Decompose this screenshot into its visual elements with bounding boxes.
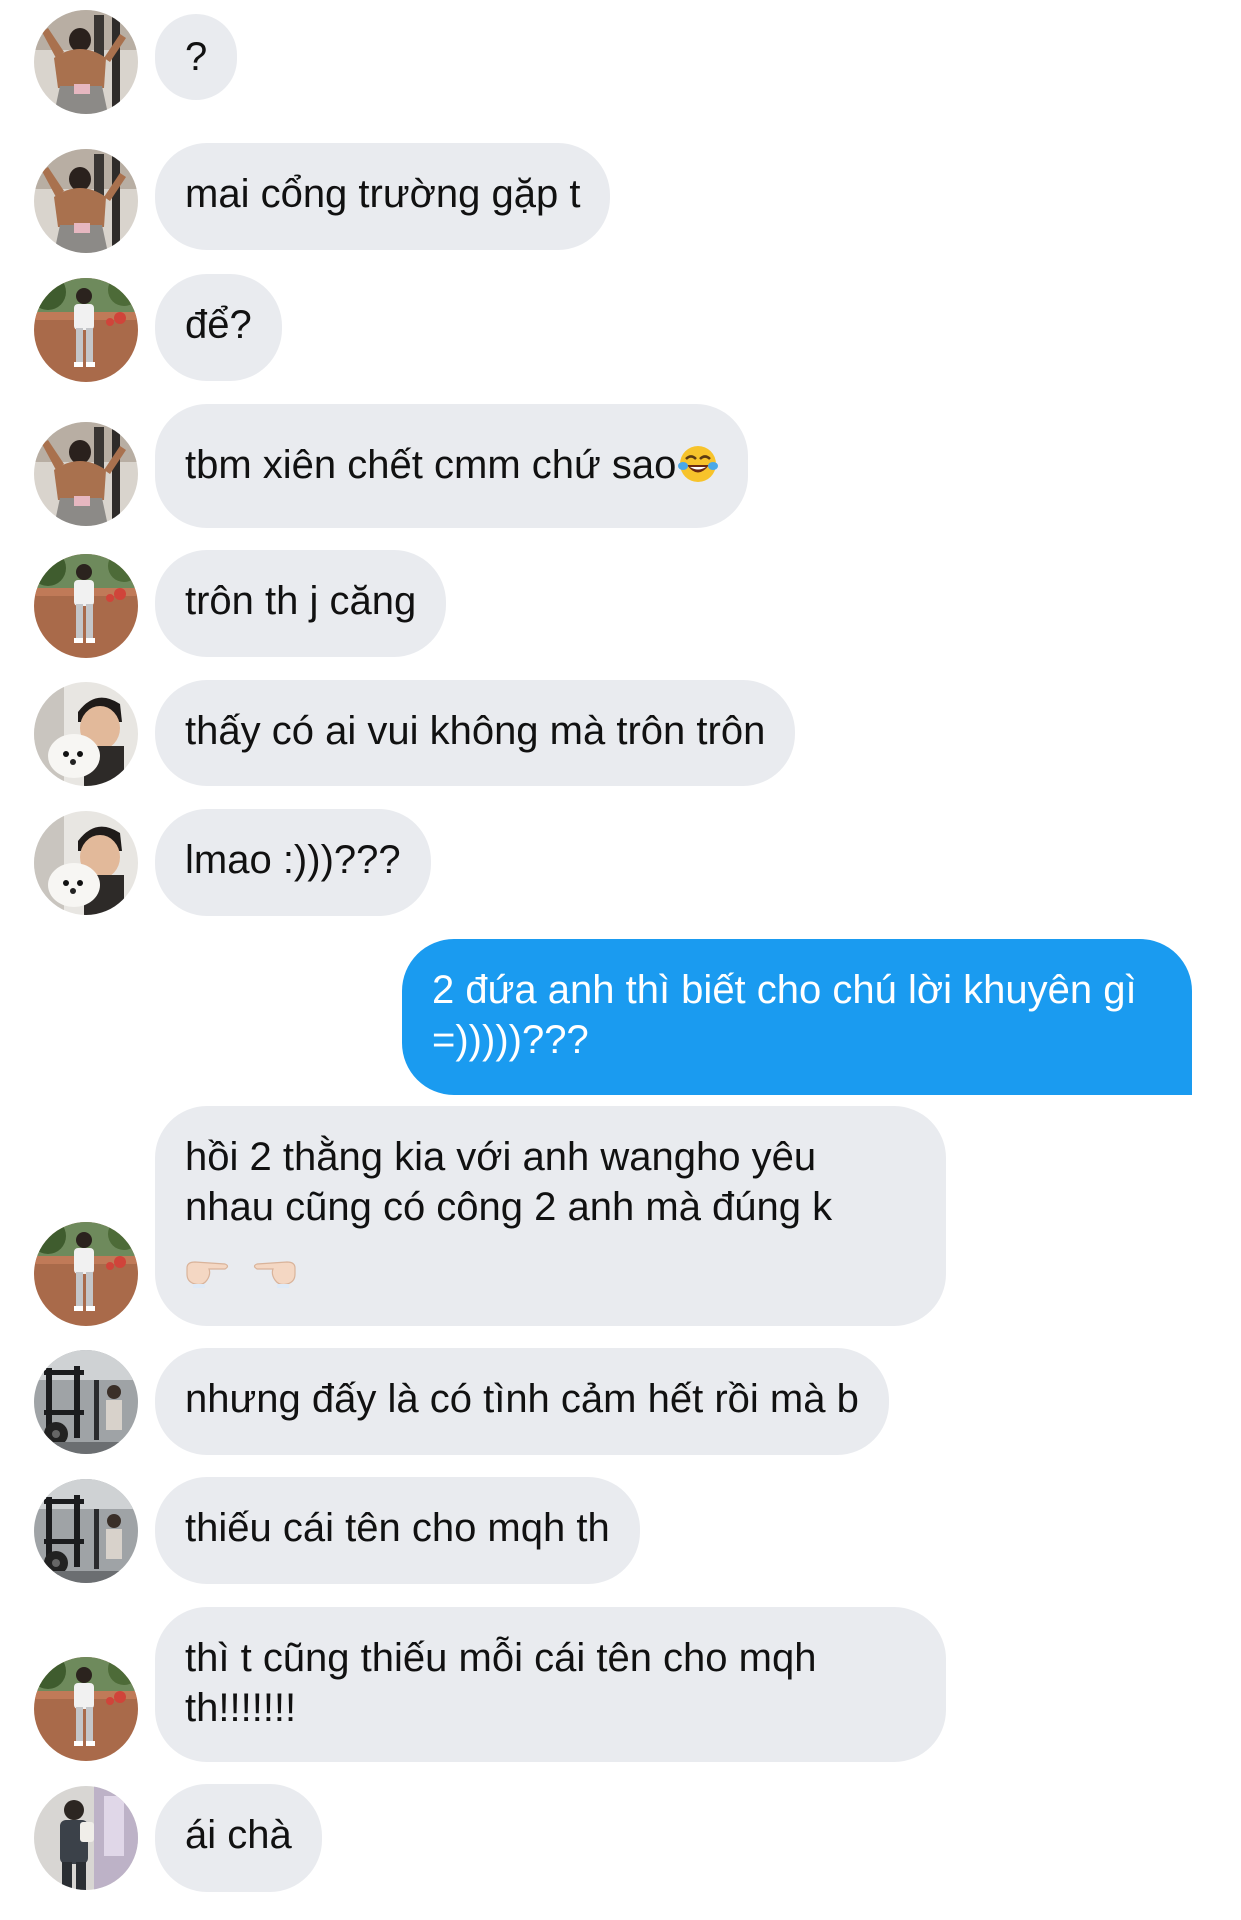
gym-equipment-avatar-icon[interactable] <box>34 1479 138 1583</box>
message-bubble: thì t cũng thiếu mỗi cái tên cho mqh th!… <box>155 1607 946 1762</box>
message-thread: ? mai cổng trường gặp t để? tbm xiên chế… <box>0 0 1241 1920</box>
message-text: thấy có ai vui không mà trôn trôn <box>185 709 766 753</box>
message-bubble: trôn th j căng <box>155 550 447 657</box>
message-row: hồi 2 thằng kia với anh wangho yêu nhau … <box>0 1106 1241 1326</box>
message-text: tbm xiên chết cmm chứ sao <box>185 443 677 487</box>
message-row: 2 đứa anh thì biết cho chú lời khuyên gì… <box>0 939 1241 1095</box>
message-row: thì t cũng thiếu mỗi cái tên cho mqh th!… <box>0 1607 1241 1762</box>
message-text: mai cổng trường gặp t <box>185 172 581 216</box>
message-row: mai cổng trường gặp t <box>0 143 1241 250</box>
message-row: ái chà <box>0 1784 1241 1892</box>
message-row: tbm xiên chết cmm chứ sao <box>0 404 1241 528</box>
message-bubble: mai cổng trường gặp t <box>155 143 611 250</box>
person-with-white-dog-avatar-icon[interactable] <box>34 682 138 786</box>
message-bubble: để? <box>155 274 282 381</box>
message-bubble: ái chà <box>155 1784 322 1892</box>
message-text: 2 đứa anh thì biết cho chú lời khuyên gì… <box>432 968 1137 1062</box>
gym-equipment-avatar-icon[interactable] <box>34 1350 138 1454</box>
message-bubble: nhưng đấy là có tình cảm hết rồi mà b <box>155 1348 889 1455</box>
message-text: thì t cũng thiếu mỗi cái tên cho mqh th!… <box>185 1636 817 1730</box>
message-bubble: thiếu cái tên cho mqh th <box>155 1477 640 1584</box>
outdoor-standing-avatar-icon[interactable] <box>34 1657 138 1761</box>
message-bubble: ? <box>155 14 238 100</box>
message-row: thiếu cái tên cho mqh th <box>0 1477 1241 1584</box>
message-row: để? <box>0 274 1241 381</box>
message-row: trôn th j căng <box>0 550 1241 657</box>
shirtless-gym-avatar-icon[interactable] <box>34 10 138 114</box>
message-text: thiếu cái tên cho mqh th <box>185 1506 610 1550</box>
shirtless-gym-avatar-icon[interactable] <box>34 422 138 526</box>
message-text: để? <box>185 303 252 347</box>
face-with-tears-of-joy-emoji <box>678 446 719 482</box>
message-text: hồi 2 thằng kia với anh wangho yêu nhau … <box>185 1135 833 1229</box>
message-text: nhưng đấy là có tình cảm hết rồi mà b <box>185 1377 859 1421</box>
shirtless-gym-avatar-icon[interactable] <box>34 149 138 253</box>
message-text: ái chà <box>185 1813 292 1857</box>
message-row: nhưng đấy là có tình cảm hết rồi mà b <box>0 1348 1241 1455</box>
outgoing-message-bubble: 2 đứa anh thì biết cho chú lời khuyên gì… <box>402 939 1192 1095</box>
message-text: lmao :)))??? <box>185 838 401 882</box>
message-row: ? <box>0 14 1241 100</box>
message-bubble: thấy có ai vui không mà trôn trôn <box>155 680 796 786</box>
outdoor-standing-avatar-icon[interactable] <box>34 278 138 382</box>
pointing-left-emoji <box>253 1261 296 1289</box>
message-text: ? <box>185 35 208 79</box>
person-with-white-dog-avatar-icon[interactable] <box>34 811 138 915</box>
message-bubble: lmao :)))??? <box>155 809 431 916</box>
message-row: lmao :)))??? <box>0 809 1241 916</box>
pointing-right-emoji <box>186 1261 229 1289</box>
message-bubble: hồi 2 thằng kia với anh wangho yêu nhau … <box>155 1106 946 1326</box>
message-bubble: tbm xiên chết cmm chứ sao <box>155 404 749 528</box>
message-row: thấy có ai vui không mà trôn trôn <box>0 680 1241 786</box>
outdoor-standing-avatar-icon[interactable] <box>34 554 138 658</box>
outdoor-standing-avatar-icon[interactable] <box>34 1222 138 1326</box>
person-indoor-avatar-icon[interactable] <box>34 1786 138 1890</box>
message-text: trôn th j căng <box>185 579 417 623</box>
